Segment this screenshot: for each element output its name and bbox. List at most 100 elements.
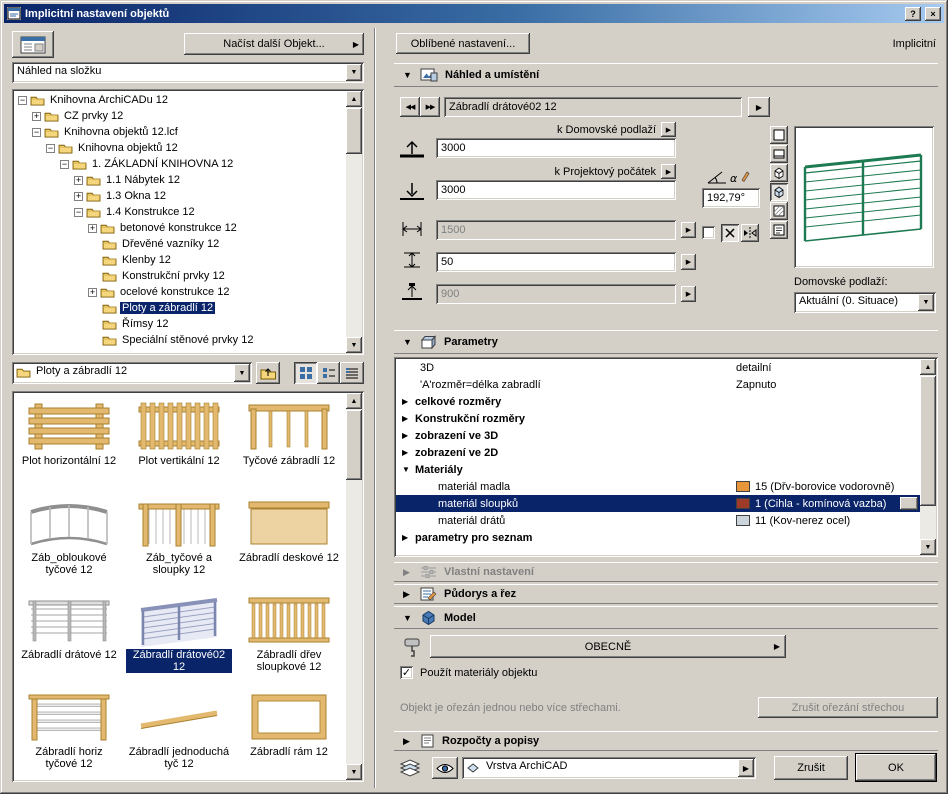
section-listing-header[interactable]: ▶ Rozpočty a popisy — [394, 731, 938, 751]
close-button[interactable]: × — [925, 6, 941, 21]
scroll-up-button[interactable]: ▲ — [346, 393, 362, 409]
tree-item[interactable]: − Knihovna objektů 12 — [14, 140, 344, 156]
dim-b-menu-button[interactable]: ▶ — [681, 254, 696, 270]
tree-item[interactable]: + ocelové konstrukce 12 — [14, 284, 344, 300]
list-view-button[interactable] — [317, 362, 340, 384]
relative-angle-checkbox[interactable] — [702, 226, 715, 239]
parameter-row[interactable]: ▶ zobrazení ve 2D — [396, 444, 920, 461]
x-mark-button[interactable] — [721, 224, 739, 242]
next-object-button[interactable]: ▶▶ — [420, 97, 440, 117]
library-item[interactable]: Plot horizontální 12 — [14, 393, 124, 490]
tree-item[interactable]: + betonové konstrukce 12 — [14, 220, 344, 236]
tree-expander-icon[interactable]: + — [88, 287, 97, 297]
origin-elevation-field[interactable]: 3000 — [436, 180, 676, 200]
tree-item[interactable]: Speciální stěnové prvky 12 — [14, 332, 344, 348]
preview-front-button[interactable] — [770, 145, 788, 163]
current-folder-select[interactable]: Ploty a zábradlí 12 ▼ — [12, 362, 252, 384]
folder-up-button[interactable] — [256, 362, 280, 384]
param-group-arrow-icon[interactable]: ▶ — [402, 414, 411, 423]
param-group-arrow-icon[interactable]: ▼ — [402, 465, 411, 474]
library-item[interactable]: Zábradlí jednoduchá tyč 12 — [124, 684, 234, 781]
section-model-header[interactable]: ▼ Model — [394, 606, 938, 629]
param-group-arrow-icon[interactable]: ▶ — [402, 397, 411, 406]
library-item[interactable]: Zábradlí deskové 12 — [234, 490, 344, 587]
parameter-row[interactable]: materiál madla 15 (Dřv-borovice vodorovně… — [396, 478, 920, 495]
tree-item[interactable]: Ploty a zábradlí 12 — [14, 300, 344, 316]
section-custom-header[interactable]: ▶ Vlastní nastavení — [394, 562, 938, 582]
parameter-row[interactable]: ▶ zobrazení ve 3D — [396, 427, 920, 444]
tree-expander-icon[interactable]: + — [74, 191, 83, 201]
scroll-up-button[interactable]: ▲ — [920, 359, 936, 375]
parameter-row[interactable]: ▶ parametry pro seznam — [396, 529, 920, 546]
scrollbar-thumb[interactable] — [346, 410, 362, 480]
scroll-down-button[interactable]: ▼ — [920, 539, 936, 555]
tree-item[interactable]: Konstrukční prvky 12 — [14, 268, 344, 284]
layer-select[interactable]: Vrstva ArchiCAD ▶ — [462, 757, 756, 779]
help-button[interactable]: ? — [905, 6, 921, 21]
library-item[interactable]: Zábradlí rám 12 — [234, 684, 344, 781]
tree-item[interactable]: +1.1 Nábytek 12 — [14, 172, 344, 188]
tree-item[interactable]: + CZ prvky 12 — [14, 108, 344, 124]
rotation-angle-field[interactable]: 192,79° — [702, 188, 760, 208]
tree-item[interactable]: − 1. ZÁKLADNÍ KNIHOVNA 12 — [14, 156, 344, 172]
param-group-arrow-icon[interactable]: ▶ — [402, 431, 411, 440]
tree-expander-icon[interactable]: + — [88, 223, 97, 233]
ok-button[interactable]: OK — [856, 754, 936, 781]
home-story-select[interactable]: Aktuální (0. Situace) ▼ — [794, 292, 936, 313]
menu-arrow-icon[interactable]: ▶ — [738, 759, 754, 777]
tree-expander-icon[interactable]: − — [46, 143, 55, 153]
titlebar[interactable]: Implicitní nastavení objektů ? × — [4, 4, 944, 23]
param-group-arrow-icon[interactable]: ▶ — [402, 448, 411, 457]
library-item[interactable]: Zábradlí drátové 12 — [14, 587, 124, 684]
previous-object-button[interactable]: ◀◀ — [400, 97, 420, 117]
tree-item[interactable]: Klenby 12 — [14, 252, 344, 268]
preview-plan-button[interactable] — [770, 126, 788, 144]
object-name-field[interactable]: Zábradlí drátové02 12 — [444, 97, 742, 117]
large-icons-view-button[interactable] — [294, 362, 317, 384]
load-other-object-button[interactable]: Načíst další Objekt... ▶ — [184, 33, 364, 55]
library-item[interactable]: Zábradlí dřev sloupkové 12 — [234, 587, 344, 684]
tree-item[interactable]: − Knihovna ArchiCADu 12 — [14, 92, 344, 108]
dropdown-arrow-icon[interactable]: ▼ — [234, 364, 250, 382]
tree-item[interactable]: +1.3 Okna 12 — [14, 188, 344, 204]
parameter-row[interactable]: materiál sloupků 1 (Cihla - komínová vazb… — [396, 495, 920, 512]
parameters-scrollbar[interactable]: ▲ ▼ — [920, 359, 936, 555]
scrollbar-thumb[interactable] — [346, 108, 362, 154]
settings-dialog-toggle-button[interactable] — [12, 31, 54, 58]
use-object-materials-checkbox[interactable]: ✓ — [400, 666, 413, 679]
mirror-button[interactable] — [741, 224, 759, 242]
library-item[interactable]: Tyčové zábradlí 12 — [234, 393, 344, 490]
library-item[interactable]: Záb_obloukové tyčové 12 — [14, 490, 124, 587]
object-preview-image[interactable] — [794, 126, 934, 268]
parameter-row[interactable]: ▶ Konstrukční rozměry — [396, 410, 920, 427]
scroll-down-button[interactable]: ▼ — [346, 764, 362, 780]
tree-expander-icon[interactable]: + — [74, 175, 83, 185]
parameter-row[interactable]: ▶ celkové rozměry — [396, 393, 920, 410]
library-item[interactable]: Záb_tyčové a sloupky 12 — [124, 490, 234, 587]
anchor-origin-menu-button[interactable]: ▶ — [661, 164, 676, 179]
dropdown-arrow-icon[interactable]: ▼ — [346, 64, 362, 81]
library-item[interactable]: Plot vertikální 12 — [124, 393, 234, 490]
section-preview-header[interactable]: ▼ Náhled a umístění — [394, 63, 938, 87]
scrollbar-thumb[interactable] — [920, 376, 936, 506]
section-parameters-header[interactable]: ▼ Parametry — [394, 330, 938, 354]
parameter-row[interactable]: 3D detailní — [396, 359, 920, 376]
parameter-row[interactable]: materiál drátů 11 (Kov-nerez ocel) — [396, 512, 920, 529]
tree-expander-icon[interactable]: − — [32, 127, 41, 137]
material-picker-button[interactable] — [900, 497, 918, 510]
library-item[interactable]: Zábradlí horiz tyčové 12 — [14, 684, 124, 781]
anchor-story-menu-button[interactable]: ▶ — [661, 122, 676, 137]
tree-expander-icon[interactable]: + — [32, 111, 41, 121]
story-elevation-field[interactable]: 3000 — [436, 138, 676, 158]
object-menu-button[interactable]: ▶ — [748, 97, 770, 117]
tree-item[interactable]: − 1.4 Konstrukce 12 — [14, 204, 344, 220]
dropdown-arrow-icon[interactable]: ▼ — [918, 294, 934, 311]
grid-scrollbar[interactable]: ▲ ▼ — [346, 393, 362, 780]
tree-item[interactable]: − Knihovna objektů 12.lcf — [14, 124, 344, 140]
dim-a-menu-button[interactable]: ▶ — [681, 222, 696, 238]
library-item[interactable]: Zábradlí drátové02 12 — [124, 587, 234, 684]
scroll-down-button[interactable]: ▼ — [346, 337, 362, 353]
scroll-up-button[interactable]: ▲ — [346, 91, 362, 107]
folder-view-select[interactable]: Náhled na složku ▼ — [12, 62, 364, 83]
tree-expander-icon[interactable]: − — [60, 159, 69, 169]
